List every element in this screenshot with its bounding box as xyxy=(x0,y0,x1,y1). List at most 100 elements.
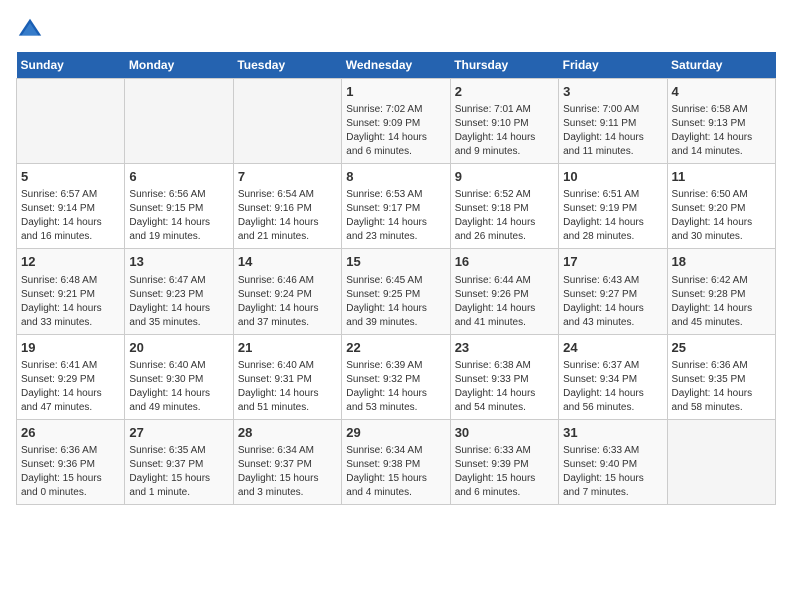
calendar-week-row: 12 Sunrise: 6:48 AM Sunset: 9:21 PM Dayli… xyxy=(17,249,776,334)
day-info: Sunrise: 6:36 AM Sunset: 9:35 PM Dayligh… xyxy=(672,359,771,415)
calendar-cell xyxy=(667,419,775,504)
day-number: 25 xyxy=(672,339,771,357)
calendar-cell xyxy=(233,79,341,164)
day-info: Sunrise: 6:40 AM Sunset: 9:31 PM Dayligh… xyxy=(238,359,337,415)
calendar-table: SundayMondayTuesdayWednesdayThursdayFrid… xyxy=(16,52,776,505)
day-number: 3 xyxy=(563,83,662,101)
day-number: 27 xyxy=(129,424,228,442)
day-info: Sunrise: 6:48 AM Sunset: 9:21 PM Dayligh… xyxy=(21,274,120,330)
day-info: Sunrise: 6:37 AM Sunset: 9:34 PM Dayligh… xyxy=(563,359,662,415)
calendar-cell: 2 Sunrise: 7:01 AM Sunset: 9:10 PM Daylig… xyxy=(450,79,558,164)
day-number: 5 xyxy=(21,168,120,186)
day-info: Sunrise: 6:35 AM Sunset: 9:37 PM Dayligh… xyxy=(129,444,228,500)
calendar-cell: 14 Sunrise: 6:46 AM Sunset: 9:24 PM Dayli… xyxy=(233,249,341,334)
day-number: 20 xyxy=(129,339,228,357)
day-number: 15 xyxy=(346,253,445,271)
calendar-week-row: 1 Sunrise: 7:02 AM Sunset: 9:09 PM Daylig… xyxy=(17,79,776,164)
day-number: 28 xyxy=(238,424,337,442)
calendar-cell: 5 Sunrise: 6:57 AM Sunset: 9:14 PM Daylig… xyxy=(17,164,125,249)
day-info: Sunrise: 6:38 AM Sunset: 9:33 PM Dayligh… xyxy=(455,359,554,415)
calendar-cell: 26 Sunrise: 6:36 AM Sunset: 9:36 PM Dayli… xyxy=(17,419,125,504)
calendar-cell: 3Sunrise: 7:00 AM Sunset: 9:11 PM Daylig… xyxy=(559,79,667,164)
calendar-cell: 18 Sunrise: 6:42 AM Sunset: 9:28 PM Dayli… xyxy=(667,249,775,334)
calendar-cell: 15Sunrise: 6:45 AM Sunset: 9:25 PM Dayli… xyxy=(342,249,450,334)
day-number: 16 xyxy=(455,253,554,271)
day-number: 11 xyxy=(672,168,771,186)
calendar-cell: 27 Sunrise: 6:35 AM Sunset: 9:37 PM Dayli… xyxy=(125,419,233,504)
calendar-cell: 11 Sunrise: 6:50 AM Sunset: 9:20 PM Dayli… xyxy=(667,164,775,249)
calendar-cell: 29 Sunrise: 6:34 AM Sunset: 9:38 PM Dayli… xyxy=(342,419,450,504)
day-header-friday: Friday xyxy=(559,52,667,79)
day-number: 12 xyxy=(21,253,120,271)
day-info: Sunrise: 6:34 AM Sunset: 9:38 PM Dayligh… xyxy=(346,444,445,500)
day-info: Sunrise: 6:34 AM Sunset: 9:37 PM Dayligh… xyxy=(238,444,337,500)
day-info: Sunrise: 6:47 AM Sunset: 9:23 PM Dayligh… xyxy=(129,274,228,330)
day-number: 14 xyxy=(238,253,337,271)
day-info: Sunrise: 6:43 AM Sunset: 9:27 PM Dayligh… xyxy=(563,274,662,330)
calendar-cell: 23 Sunrise: 6:38 AM Sunset: 9:33 PM Dayli… xyxy=(450,334,558,419)
day-number: 26 xyxy=(21,424,120,442)
calendar-cell: 28 Sunrise: 6:34 AM Sunset: 9:37 PM Dayli… xyxy=(233,419,341,504)
calendar-cell: 6Sunrise: 6:56 AM Sunset: 9:15 PM Daylig… xyxy=(125,164,233,249)
day-info: Sunrise: 6:36 AM Sunset: 9:36 PM Dayligh… xyxy=(21,444,120,500)
day-info: Sunrise: 6:46 AM Sunset: 9:24 PM Dayligh… xyxy=(238,274,337,330)
day-number: 9 xyxy=(455,168,554,186)
day-info: Sunrise: 6:33 AM Sunset: 9:39 PM Dayligh… xyxy=(455,444,554,500)
day-info: Sunrise: 6:41 AM Sunset: 9:29 PM Dayligh… xyxy=(21,359,120,415)
day-info: Sunrise: 7:02 AM Sunset: 9:09 PM Dayligh… xyxy=(346,103,445,159)
day-number: 6 xyxy=(129,168,228,186)
day-info: Sunrise: 6:40 AM Sunset: 9:30 PM Dayligh… xyxy=(129,359,228,415)
day-number: 24 xyxy=(563,339,662,357)
calendar-cell xyxy=(125,79,233,164)
day-header-wednesday: Wednesday xyxy=(342,52,450,79)
day-number: 30 xyxy=(455,424,554,442)
day-number: 7 xyxy=(238,168,337,186)
logo xyxy=(16,16,48,44)
calendar-cell: 13 Sunrise: 6:47 AM Sunset: 9:23 PM Dayli… xyxy=(125,249,233,334)
calendar-cell: 25 Sunrise: 6:36 AM Sunset: 9:35 PM Dayli… xyxy=(667,334,775,419)
day-number: 29 xyxy=(346,424,445,442)
calendar-week-row: 5 Sunrise: 6:57 AM Sunset: 9:14 PM Daylig… xyxy=(17,164,776,249)
day-info: Sunrise: 6:57 AM Sunset: 9:14 PM Dayligh… xyxy=(21,188,120,244)
page-header xyxy=(16,16,776,44)
calendar-cell: 19 Sunrise: 6:41 AM Sunset: 9:29 PM Dayli… xyxy=(17,334,125,419)
calendar-cell: 17Sunrise: 6:43 AM Sunset: 9:27 PM Dayli… xyxy=(559,249,667,334)
day-header-sunday: Sunday xyxy=(17,52,125,79)
day-info: Sunrise: 6:33 AM Sunset: 9:40 PM Dayligh… xyxy=(563,444,662,500)
calendar-cell: 4Sunrise: 6:58 AM Sunset: 9:13 PM Daylig… xyxy=(667,79,775,164)
day-number: 2 xyxy=(455,83,554,101)
day-number: 31 xyxy=(563,424,662,442)
day-info: Sunrise: 7:01 AM Sunset: 9:10 PM Dayligh… xyxy=(455,103,554,159)
day-info: Sunrise: 6:54 AM Sunset: 9:16 PM Dayligh… xyxy=(238,188,337,244)
day-number: 13 xyxy=(129,253,228,271)
day-header-monday: Monday xyxy=(125,52,233,79)
day-number: 19 xyxy=(21,339,120,357)
day-number: 1 xyxy=(346,83,445,101)
day-header-tuesday: Tuesday xyxy=(233,52,341,79)
calendar-cell: 31 Sunrise: 6:33 AM Sunset: 9:40 PM Dayli… xyxy=(559,419,667,504)
calendar-cell: 24 Sunrise: 6:37 AM Sunset: 9:34 PM Dayli… xyxy=(559,334,667,419)
day-info: Sunrise: 6:50 AM Sunset: 9:20 PM Dayligh… xyxy=(672,188,771,244)
day-info: Sunrise: 6:42 AM Sunset: 9:28 PM Dayligh… xyxy=(672,274,771,330)
calendar-week-row: 19 Sunrise: 6:41 AM Sunset: 9:29 PM Dayli… xyxy=(17,334,776,419)
day-number: 23 xyxy=(455,339,554,357)
calendar-cell: 9Sunrise: 6:52 AM Sunset: 9:18 PM Daylig… xyxy=(450,164,558,249)
calendar-cell: 20 Sunrise: 6:40 AM Sunset: 9:30 PM Dayli… xyxy=(125,334,233,419)
day-number: 18 xyxy=(672,253,771,271)
day-number: 10 xyxy=(563,168,662,186)
day-info: Sunrise: 6:51 AM Sunset: 9:19 PM Dayligh… xyxy=(563,188,662,244)
day-info: Sunrise: 6:39 AM Sunset: 9:32 PM Dayligh… xyxy=(346,359,445,415)
day-number: 21 xyxy=(238,339,337,357)
day-header-thursday: Thursday xyxy=(450,52,558,79)
day-info: Sunrise: 6:53 AM Sunset: 9:17 PM Dayligh… xyxy=(346,188,445,244)
calendar-cell: 7 Sunrise: 6:54 AM Sunset: 9:16 PM Daylig… xyxy=(233,164,341,249)
day-number: 8 xyxy=(346,168,445,186)
calendar-cell: 30 Sunrise: 6:33 AM Sunset: 9:39 PM Dayli… xyxy=(450,419,558,504)
calendar-cell: 22Sunrise: 6:39 AM Sunset: 9:32 PM Dayli… xyxy=(342,334,450,419)
day-info: Sunrise: 6:44 AM Sunset: 9:26 PM Dayligh… xyxy=(455,274,554,330)
calendar-cell xyxy=(17,79,125,164)
calendar-header-row: SundayMondayTuesdayWednesdayThursdayFrid… xyxy=(17,52,776,79)
calendar-cell: 10 Sunrise: 6:51 AM Sunset: 9:19 PM Dayli… xyxy=(559,164,667,249)
calendar-cell: 1 Sunrise: 7:02 AM Sunset: 9:09 PM Daylig… xyxy=(342,79,450,164)
calendar-cell: 21 Sunrise: 6:40 AM Sunset: 9:31 PM Dayli… xyxy=(233,334,341,419)
